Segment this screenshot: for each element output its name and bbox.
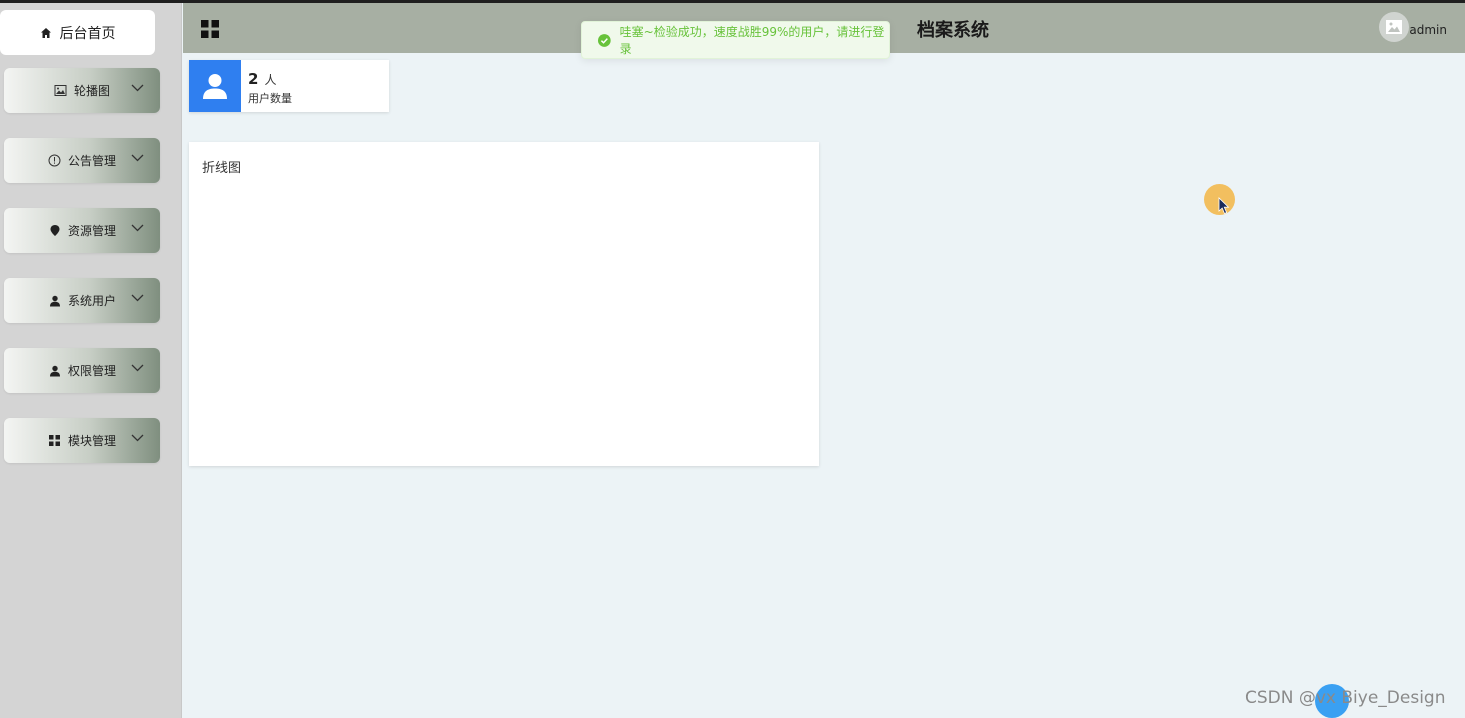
sidebar-item-permissions[interactable]: 权限管理: [4, 348, 160, 393]
user-icon: [48, 364, 62, 378]
grid-icon: [48, 434, 62, 448]
sidebar-item-label: 轮播图: [73, 84, 110, 98]
line-chart-card: 折线图: [189, 142, 819, 466]
user-count-unit: 人: [264, 73, 277, 87]
mouse-cursor-icon: [1218, 197, 1230, 215]
sidebar-item-label: 模块管理: [67, 434, 116, 448]
sidebar-item-label: 系统用户: [67, 294, 116, 308]
image-icon: [54, 84, 68, 98]
chevron-down-icon: [131, 84, 144, 92]
sidebar-item-notice[interactable]: 公告管理: [4, 138, 160, 183]
sidebar-item-resource[interactable]: 资源管理: [4, 208, 160, 253]
sidebar-item-carousel[interactable]: 轮播图: [4, 68, 160, 113]
location-pin-icon: [48, 224, 62, 238]
chevron-down-icon: [131, 154, 144, 162]
avatar[interactable]: [1379, 12, 1409, 42]
sidebar-item-label: 资源管理: [67, 224, 116, 238]
sidebar: 后台首页 轮播图 公告管理 资源管理 系统用户 权限管理 模块管理: [0, 3, 182, 718]
user-count-value: 2: [248, 70, 259, 88]
home-icon: [40, 27, 51, 38]
chevron-down-icon: [131, 294, 144, 302]
user-count-label: 用户数量: [248, 92, 292, 105]
menu-toggle-grid-icon[interactable]: [201, 20, 219, 38]
sidebar-item-label: 后台首页: [59, 25, 116, 42]
watermark-text: CSDN @vx Biye_Design: [1245, 688, 1446, 708]
user-count-card: 2 人 用户数量: [189, 60, 389, 112]
success-toast: 哇塞~检验成功，速度战胜99%的用户，请进行登录: [581, 21, 890, 59]
user-icon: [189, 60, 241, 112]
sidebar-item-home[interactable]: 后台首页: [0, 10, 155, 55]
user-icon: [48, 294, 62, 308]
toast-message: 哇塞~检验成功，速度战胜99%的用户，请进行登录: [619, 25, 885, 56]
chevron-down-icon: [131, 224, 144, 232]
chevron-down-icon: [131, 434, 144, 442]
chart-title: 折线图: [202, 161, 242, 176]
check-circle-icon: [598, 33, 611, 47]
sidebar-item-label: 公告管理: [67, 154, 116, 168]
user-name[interactable]: admin: [1409, 23, 1447, 37]
image-icon: [1386, 20, 1402, 34]
sidebar-item-label: 权限管理: [67, 364, 116, 378]
info-circle-icon: [48, 154, 62, 168]
sidebar-item-modules[interactable]: 模块管理: [4, 418, 160, 463]
chevron-down-icon: [131, 364, 144, 372]
sidebar-item-system-users[interactable]: 系统用户: [4, 278, 160, 323]
